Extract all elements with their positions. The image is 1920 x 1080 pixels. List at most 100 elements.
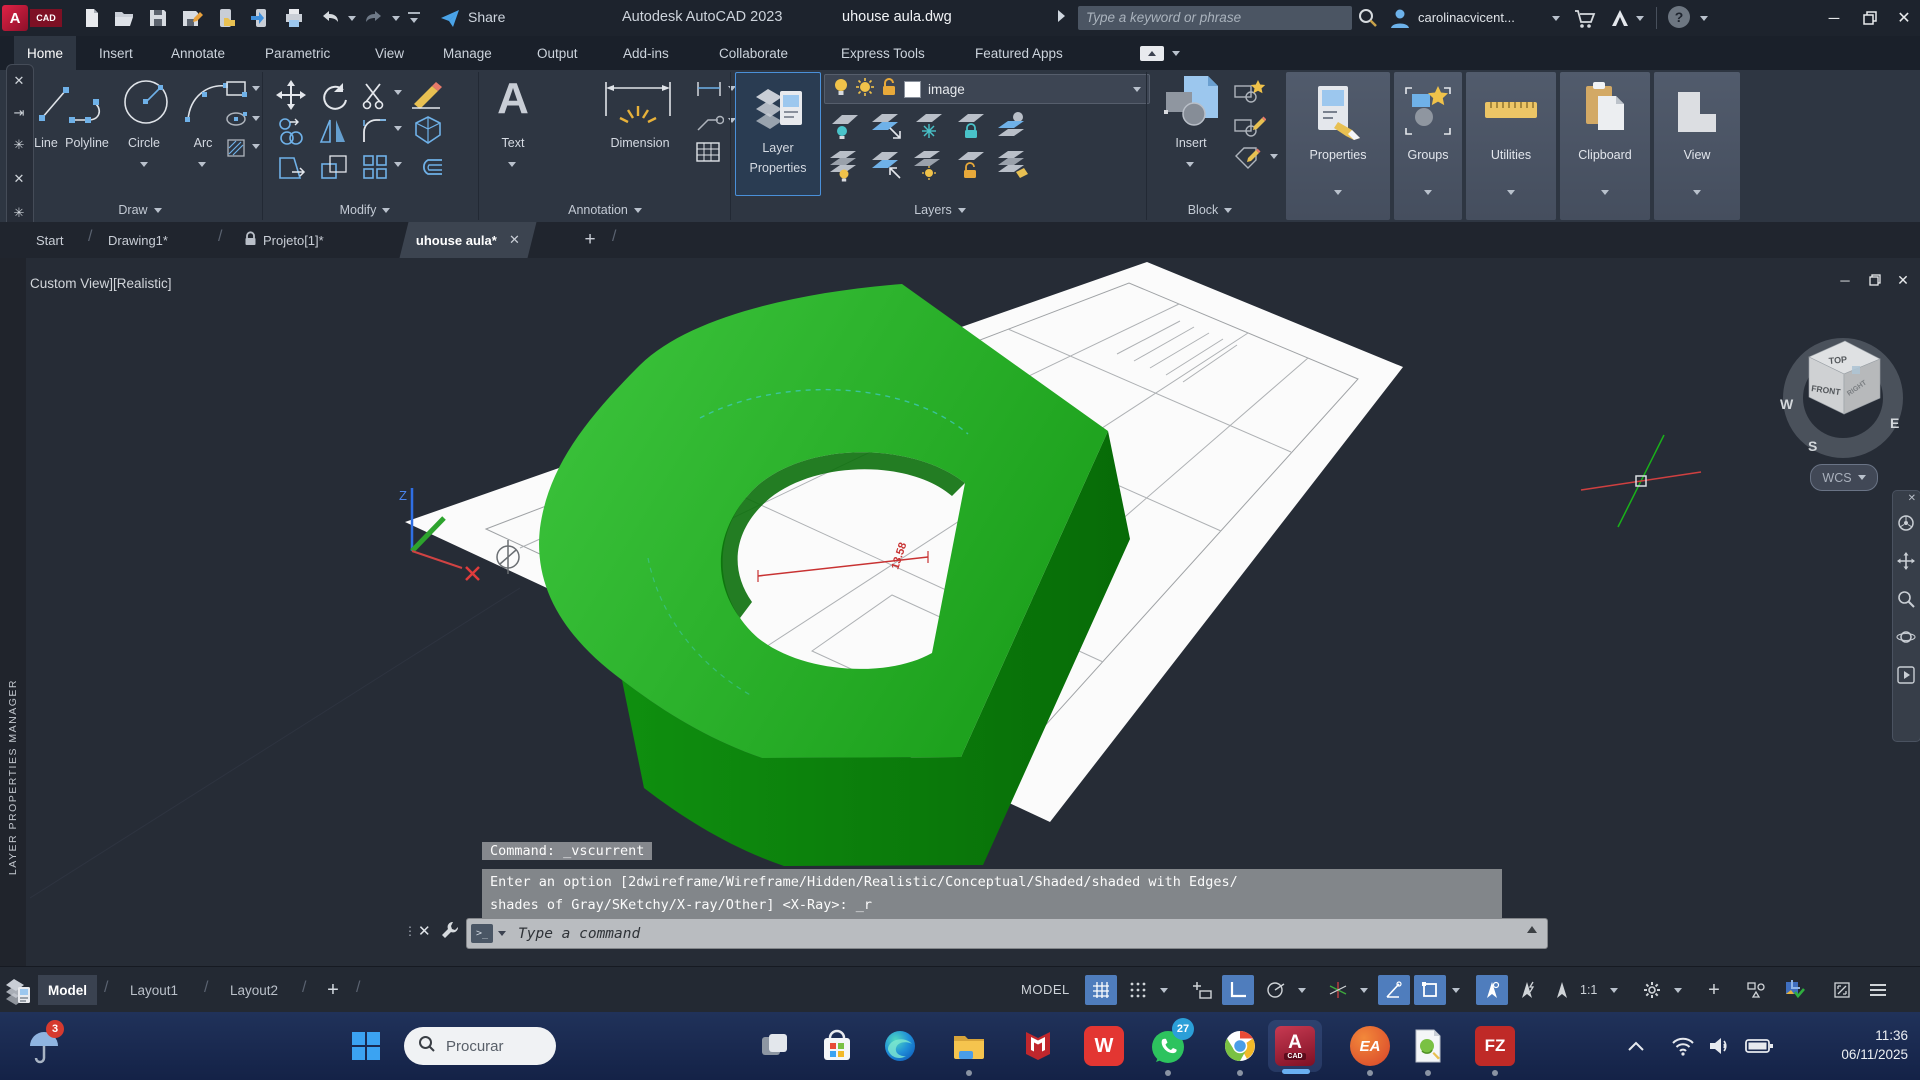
edge-browser-icon[interactable] — [880, 1026, 920, 1066]
dynamic-input-toggle[interactable] — [1186, 975, 1218, 1005]
autodesk-dropdown-icon[interactable] — [1636, 16, 1644, 21]
rectangle-tool-icon[interactable] — [224, 78, 250, 105]
redo-dropdown-icon[interactable] — [392, 16, 400, 21]
palette-close2-icon[interactable]: ✕ — [7, 171, 31, 193]
layer-select-dropdown[interactable]: image — [824, 74, 1150, 104]
drawing-viewport[interactable]: 13.58 Z W S — [26, 258, 1920, 966]
file-tab-start[interactable]: Start — [36, 222, 63, 258]
filezilla-icon[interactable]: FZ — [1475, 1026, 1515, 1066]
properties-panel-caret[interactable] — [1334, 190, 1342, 195]
object-snap-tracking-toggle[interactable] — [1378, 975, 1410, 1005]
tab-add-ins[interactable]: Add-ins — [610, 36, 682, 70]
taskbar-clock[interactable]: 11:36 06/11/2025 — [1790, 1026, 1908, 1064]
wcs-dropdown[interactable]: WCS — [1810, 464, 1878, 491]
palette-close-icon[interactable]: ✕ — [7, 73, 31, 95]
undo-icon[interactable] — [318, 6, 342, 30]
arc-dropdown-icon[interactable] — [198, 162, 206, 167]
save-as-icon[interactable] — [180, 6, 204, 30]
tab-parametric[interactable]: Parametric — [252, 36, 343, 70]
file-tab-drawing1[interactable]: Drawing1* — [108, 222, 168, 258]
layer-on-icon[interactable] — [833, 78, 849, 101]
draw-panel-label[interactable]: Draw — [90, 198, 190, 222]
layer-match-icon[interactable] — [996, 148, 1030, 187]
osnap-caret[interactable] — [1452, 988, 1460, 993]
model-space-toggle[interactable]: MODEL — [1021, 982, 1070, 997]
groups-panel-button[interactable]: Groups — [1394, 72, 1462, 220]
cart-icon[interactable] — [1572, 6, 1596, 30]
file-tab-uhouse-aula-active[interactable]: uhouse aula* ✕ — [400, 222, 537, 258]
volume-icon[interactable] — [1704, 1032, 1734, 1060]
autocad-taskbar-icon[interactable]: A CAD — [1275, 1026, 1315, 1066]
layer-freeze-icon[interactable] — [912, 110, 946, 145]
save-icon[interactable] — [146, 6, 170, 30]
rectangle-dropdown-icon[interactable] — [252, 86, 260, 91]
task-view-icon[interactable] — [755, 1026, 795, 1066]
command-grip-dots[interactable]: ⋮ — [404, 924, 417, 938]
palette-settings-icon[interactable]: ✳ — [7, 137, 31, 159]
block-panel-label[interactable]: Block — [1155, 198, 1265, 222]
share-label[interactable]: Share — [468, 9, 505, 25]
fillet-tool-icon[interactable] — [360, 116, 390, 151]
layout1-tab[interactable]: Layout1 — [120, 975, 188, 1005]
plot-device-icon[interactable] — [214, 6, 238, 30]
tab-express-tools[interactable]: Express Tools — [828, 36, 938, 70]
viewport-restore-button[interactable] — [1862, 270, 1888, 290]
window-restore-button[interactable] — [1854, 0, 1886, 36]
zoom-icon[interactable] — [1895, 587, 1917, 611]
layer-on-all-icon[interactable] — [828, 148, 862, 187]
layer-lock-icon[interactable] — [954, 110, 988, 145]
tab-view[interactable]: View — [362, 36, 417, 70]
notepadpp-icon[interactable] — [1408, 1026, 1448, 1066]
gear-caret[interactable] — [1674, 988, 1682, 993]
share-icon[interactable] — [438, 6, 462, 30]
start-button[interactable] — [346, 1026, 386, 1066]
new-layout-button[interactable]: + — [320, 977, 346, 1003]
array-tool-icon[interactable] — [360, 152, 390, 187]
open-folder-icon[interactable] — [112, 6, 136, 30]
new-file-icon[interactable] — [80, 6, 104, 30]
mcafee-icon[interactable] — [1018, 1026, 1058, 1066]
user-name[interactable]: carolinacvicent... — [1418, 10, 1515, 25]
command-expand-caret[interactable] — [1527, 926, 1537, 933]
snap-caret[interactable] — [1160, 988, 1168, 993]
undo-dropdown-icon[interactable] — [348, 16, 356, 21]
help-dropdown-icon[interactable] — [1700, 16, 1708, 21]
layer-palette-icon[interactable] — [4, 975, 32, 1010]
polar-caret[interactable] — [1298, 988, 1306, 993]
customization-menu[interactable] — [1862, 975, 1894, 1005]
scale-tool-icon[interactable] — [318, 152, 350, 189]
wifi-icon[interactable] — [1668, 1032, 1698, 1060]
pan-icon[interactable] — [1895, 549, 1917, 573]
isometric-drafting-toggle[interactable] — [1322, 975, 1354, 1005]
rotate-tool-icon[interactable] — [318, 80, 348, 115]
autodesk-account-icon[interactable] — [1608, 6, 1632, 30]
search-icon[interactable] — [1356, 6, 1380, 30]
clipboard-panel-caret[interactable] — [1601, 190, 1609, 195]
user-avatar[interactable] — [1388, 6, 1412, 30]
linear-dimension-icon[interactable] — [694, 78, 724, 105]
object-snap-toggle[interactable] — [1414, 975, 1446, 1005]
tab-output[interactable]: Output — [524, 36, 591, 70]
circle-tool-icon[interactable] — [120, 74, 172, 135]
layer-thaw-all-icon[interactable] — [912, 148, 946, 187]
polar-tracking-toggle[interactable] — [1260, 975, 1292, 1005]
move-tool-icon[interactable] — [276, 80, 306, 115]
dimension-tool-icon[interactable] — [600, 76, 676, 139]
whatsapp-icon[interactable]: 27 — [1148, 1026, 1188, 1066]
graphics-performance-toggle[interactable] — [1778, 975, 1810, 1005]
table-icon[interactable] — [694, 140, 722, 169]
tab-manage[interactable]: Manage — [430, 36, 505, 70]
circle-tool-label[interactable]: Circle — [120, 136, 168, 150]
ribbon-collapse-icon[interactable] — [1140, 46, 1164, 61]
layout2-tab[interactable]: Layout2 — [220, 975, 288, 1005]
ea-app-icon[interactable]: EA — [1350, 1026, 1390, 1066]
battery-icon[interactable] — [1742, 1032, 1776, 1060]
model-tab[interactable]: Model — [38, 975, 97, 1005]
annotation-visibility-toggle[interactable] — [1476, 975, 1508, 1005]
utilities-panel-button[interactable]: Utilities — [1466, 72, 1556, 220]
tab-collaborate[interactable]: Collaborate — [706, 36, 801, 70]
mobile-publish-icon[interactable] — [248, 6, 272, 30]
insert-block-label[interactable]: Insert — [1160, 136, 1222, 150]
insert-dropdown-icon[interactable] — [1186, 162, 1194, 167]
wps-office-icon[interactable]: W — [1084, 1026, 1124, 1066]
